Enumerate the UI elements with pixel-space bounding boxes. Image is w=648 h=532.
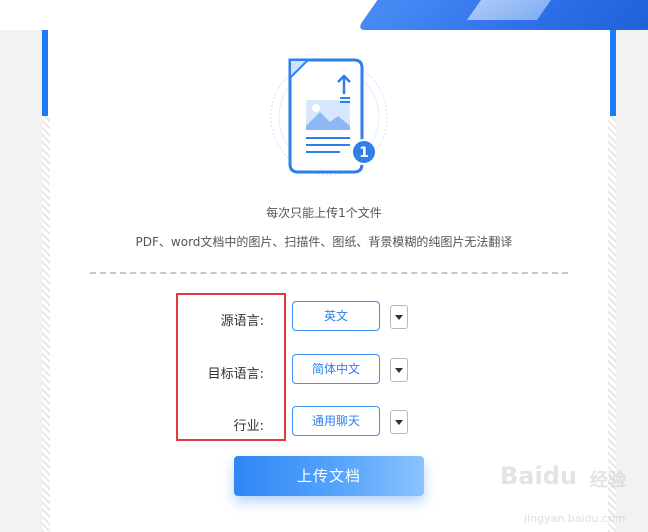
source-language-label: 源语言: [220,314,264,329]
document-upload-icon[interactable]: 1 [268,56,390,178]
industry-label: 行业: [233,419,264,434]
target-language-dropdown[interactable] [390,358,408,382]
chevron-down-icon [395,368,403,373]
upload-limit-note: 每次只能上传1个文件 [266,206,382,220]
target-language-label: 目标语言: [207,367,264,382]
watermark-brand-cn: 经验 [590,470,626,491]
source-language-dropdown[interactable] [390,305,408,329]
section-divider [90,272,568,274]
chevron-down-icon [395,420,403,425]
target-language-select[interactable]: 简体中文 [292,354,380,384]
card-accent-left [42,30,48,116]
unsupported-format-note: PDF、word文档中的图片、扫描件、图纸、背景模糊的纯图片无法翻译 [135,235,513,249]
source-language-row: 源语言: 英文 [0,301,648,333]
watermark-url: jingyan.baidu.com [524,512,626,525]
top-banner [0,0,648,30]
industry-select[interactable]: 通用聊天 [292,406,380,436]
industry-dropdown[interactable] [390,410,408,434]
watermark: Baidu 经验 jingyan.baidu.com [500,462,640,525]
source-language-select[interactable]: 英文 [292,301,380,331]
card-accent-right [610,30,616,116]
chevron-down-icon [395,315,403,320]
target-language-row: 目标语言: 简体中文 [0,354,648,386]
watermark-brand: Baidu [500,462,577,490]
upload-document-button[interactable]: 上传文档 [234,456,424,496]
industry-row: 行业: 通用聊天 [0,406,648,438]
file-count-badge: 1 [359,145,369,161]
